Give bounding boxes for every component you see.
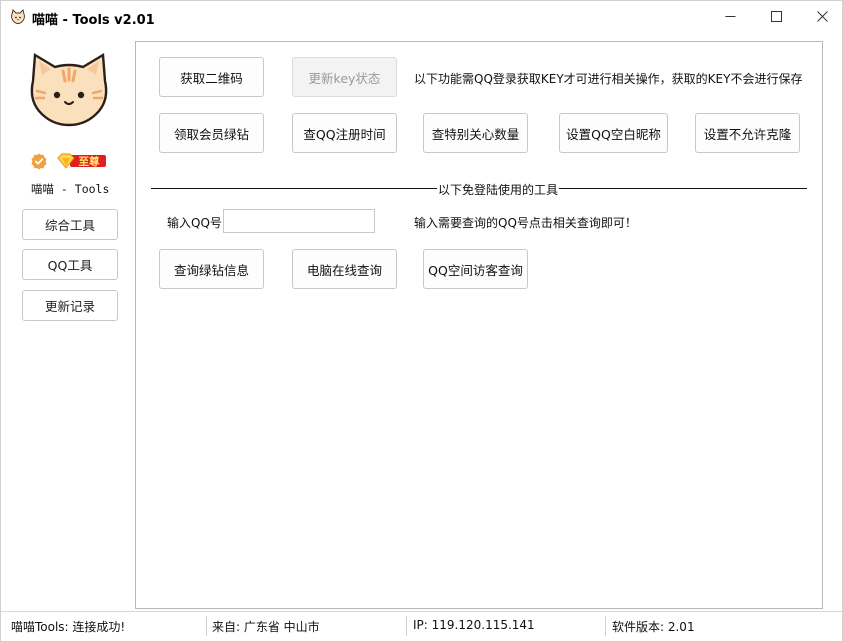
claim-green-diamond-button[interactable]: 领取会员绿钻 bbox=[159, 113, 264, 153]
status-bar: 喵喵Tools: 连接成功! 来自: 广东省 中山市 IP: 119.120.1… bbox=[1, 611, 842, 641]
section-divider-left bbox=[151, 188, 437, 189]
minimize-icon bbox=[725, 15, 735, 17]
status-separator bbox=[605, 616, 606, 636]
minimize-button[interactable] bbox=[707, 1, 753, 31]
sidebar-app-name: 喵喵 - Tools bbox=[31, 182, 110, 196]
nav-update-log-button[interactable]: 更新记录 bbox=[22, 290, 118, 321]
login-required-note: 以下功能需QQ登录获取KEY才可进行相关操作，获取的KEY不会进行保存 bbox=[414, 72, 803, 86]
connection-status: 喵喵Tools: 连接成功! bbox=[11, 620, 126, 634]
status-separator bbox=[406, 616, 407, 636]
set-blank-nickname-button[interactable]: 设置QQ空白昵称 bbox=[559, 113, 668, 153]
location-status: 来自: 广东省 中山市 bbox=[212, 620, 320, 634]
cat-logo-icon bbox=[10, 9, 26, 25]
nav-general-tools-button[interactable]: 综合工具 bbox=[22, 209, 118, 240]
section-divider-label: 以下免登陆使用的工具 bbox=[438, 183, 559, 197]
close-icon bbox=[816, 10, 828, 22]
nav-qq-tools-button[interactable]: QQ工具 bbox=[22, 249, 118, 280]
disable-clone-button[interactable]: 设置不允许克隆 bbox=[695, 113, 800, 153]
check-register-time-button[interactable]: 查QQ注册时间 bbox=[292, 113, 397, 153]
app-window: 喵喵 - Tools v2.01 至尊 喵喵 - Tools 综合工具 QQ工具… bbox=[0, 0, 843, 642]
verified-shield-icon bbox=[31, 153, 47, 173]
get-qrcode-button[interactable]: 获取二维码 bbox=[159, 57, 264, 97]
qzone-visitor-query-button[interactable]: QQ空间访客查询 bbox=[423, 249, 528, 289]
update-key-status-button[interactable]: 更新key状态 bbox=[292, 57, 397, 97]
maximize-icon bbox=[770, 10, 782, 22]
check-special-care-count-button[interactable]: 查特别关心数量 bbox=[423, 113, 528, 153]
cat-avatar bbox=[25, 51, 113, 127]
title-bar[interactable]: 喵喵 - Tools v2.01 bbox=[1, 1, 842, 33]
query-green-diamond-button[interactable]: 查询绿钻信息 bbox=[159, 249, 264, 289]
qq-number-label: 输入QQ号: bbox=[167, 216, 226, 230]
qq-query-note: 输入需要查询的QQ号点击相关查询即可！ bbox=[414, 216, 637, 230]
maximize-button[interactable] bbox=[753, 1, 799, 31]
window-title: 喵喵 - Tools v2.01 bbox=[32, 13, 155, 28]
main-panel: 获取二维码 更新key状态 以下功能需QQ登录获取KEY才可进行相关操作，获取的… bbox=[135, 41, 823, 609]
section-divider-right bbox=[559, 188, 807, 189]
qq-number-input[interactable] bbox=[223, 209, 375, 233]
version-status: 软件版本: 2.01 bbox=[612, 620, 695, 634]
ip-status: IP: 119.120.115.141 bbox=[413, 618, 535, 632]
status-separator bbox=[206, 616, 207, 636]
vip-badge: 至尊 bbox=[56, 153, 108, 172]
svg-text:至尊: 至尊 bbox=[79, 155, 100, 168]
pc-online-query-button[interactable]: 电脑在线查询 bbox=[292, 249, 397, 289]
close-button[interactable] bbox=[799, 1, 843, 31]
